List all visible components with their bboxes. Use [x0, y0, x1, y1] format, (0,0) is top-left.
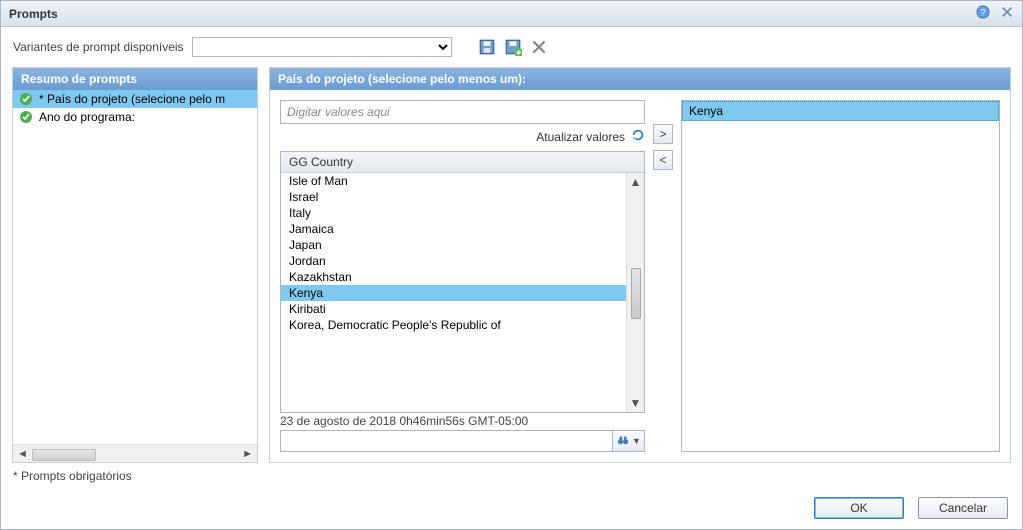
scroll-down-icon[interactable]: ▼: [630, 396, 642, 410]
prompt-list: * País do projeto (selecione pelo m Ano …: [13, 90, 257, 444]
type-values-input[interactable]: [280, 100, 645, 124]
delete-icon[interactable]: [530, 38, 548, 56]
summary-header: Resumo de prompts: [13, 68, 257, 90]
list-item[interactable]: Kiribati: [281, 301, 626, 317]
detail-body: Atualizar valores GG Country Isle of Man…: [270, 90, 1010, 462]
scroll-up-icon[interactable]: ▲: [630, 175, 642, 189]
list-item[interactable]: Kazakhstan: [281, 269, 626, 285]
move-buttons-column: > <: [653, 124, 673, 452]
ok-button[interactable]: OK: [814, 497, 904, 519]
check-icon: [19, 92, 33, 106]
list-item[interactable]: Jamaica: [281, 221, 626, 237]
list-item[interactable]: Korea, Democratic People's Republic of: [281, 317, 626, 333]
detail-header: País do projeto (selecione pelo menos um…: [270, 68, 1010, 90]
timestamp-label: 23 de agosto de 2018 0h46min56s GMT-05:0…: [280, 413, 645, 428]
cancel-button[interactable]: Cancelar: [918, 497, 1008, 519]
binoculars-icon: [616, 434, 630, 449]
search-input[interactable]: [280, 430, 613, 452]
help-icon[interactable]: ?: [976, 5, 990, 22]
selected-values-box: Kenya: [681, 100, 1000, 452]
prompt-item-year[interactable]: Ano do programa:: [13, 108, 257, 126]
titlebar-icons: ?: [976, 5, 1014, 22]
available-column: Atualizar valores GG Country Isle of Man…: [280, 100, 645, 452]
summary-panel: Resumo de prompts * País do projeto (sel…: [12, 67, 258, 463]
list-item[interactable]: Japan: [281, 237, 626, 253]
scroll-thumb[interactable]: [32, 449, 238, 459]
save-icon[interactable]: [478, 38, 496, 56]
prompt-item-country[interactable]: * País do projeto (selecione pelo m: [13, 90, 257, 108]
prompt-item-label: * País do projeto (selecione pelo m: [39, 92, 225, 106]
list-body: Isle of ManIsraelItalyJamaicaJapanJordan…: [281, 173, 644, 412]
search-row: ▼: [280, 430, 645, 452]
horizontal-scrollbar[interactable]: ◄ ►: [13, 444, 257, 462]
move-left-button[interactable]: <: [653, 150, 673, 170]
move-right-button[interactable]: >: [653, 124, 673, 144]
list-item[interactable]: Isle of Man: [281, 173, 626, 189]
prompt-item-label: Ano do programa:: [39, 110, 135, 124]
country-list[interactable]: Isle of ManIsraelItalyJamaicaJapanJordan…: [281, 173, 626, 412]
list-item[interactable]: Jordan: [281, 253, 626, 269]
scroll-left-icon[interactable]: ◄: [17, 448, 28, 460]
list-item[interactable]: Kenya: [281, 285, 626, 301]
vertical-scrollbar[interactable]: ▲ ▼: [626, 173, 644, 412]
refresh-row: Atualizar valores: [280, 124, 645, 151]
check-icon: [19, 110, 33, 124]
titlebar: Prompts ?: [1, 1, 1022, 27]
window-title: Prompts: [9, 7, 58, 21]
scroll-right-icon[interactable]: ►: [242, 448, 253, 460]
prompts-dialog: Prompts ? Variantes de prompt disponívei…: [0, 0, 1023, 530]
refresh-icon[interactable]: [631, 128, 645, 145]
refresh-label: Atualizar valores: [536, 130, 625, 144]
content-area: Resumo de prompts * País do projeto (sel…: [1, 67, 1022, 463]
dropdown-arrow-icon: ▼: [632, 436, 641, 446]
close-icon[interactable]: [1000, 5, 1014, 22]
scroll-track[interactable]: [631, 191, 641, 394]
scroll-thumb[interactable]: [631, 268, 641, 319]
search-button[interactable]: ▼: [613, 430, 645, 452]
variants-toolbar: Variantes de prompt disponíveis: [1, 27, 1022, 67]
svg-text:?: ?: [980, 8, 985, 19]
dialog-buttons: OK Cancelar: [1, 491, 1022, 529]
detail-panel: País do projeto (selecione pelo menos um…: [269, 67, 1011, 463]
country-listbox: GG Country Isle of ManIsraelItalyJamaica…: [280, 151, 645, 413]
list-item[interactable]: Israel: [281, 189, 626, 205]
required-footnote: * Prompts obrigatórios: [1, 463, 1022, 491]
selected-value-item[interactable]: Kenya: [682, 101, 999, 121]
list-column-header: GG Country: [281, 152, 644, 173]
variants-label: Variantes de prompt disponíveis: [13, 40, 184, 54]
save-plus-icon[interactable]: [504, 38, 522, 56]
list-item[interactable]: Italy: [281, 205, 626, 221]
variants-select[interactable]: [192, 37, 452, 57]
